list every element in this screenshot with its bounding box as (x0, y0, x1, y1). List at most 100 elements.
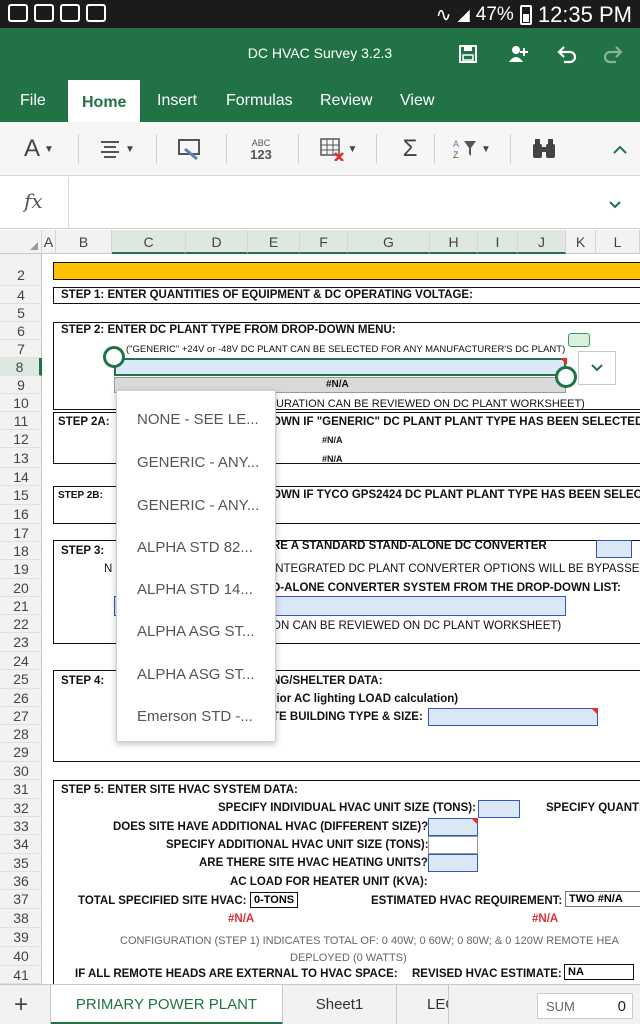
tab-file[interactable]: File (20, 92, 46, 110)
row-header[interactable]: 27 (0, 707, 42, 725)
fx-icon[interactable]: fx (24, 189, 43, 213)
column-header[interactable]: H (430, 230, 478, 254)
sheet-tab-lec[interactable]: LEC (397, 985, 449, 1024)
formula-input[interactable] (80, 191, 580, 215)
dropdown-option[interactable]: ALPHA ASG ST... (137, 666, 255, 683)
column-header[interactable]: C (112, 230, 186, 254)
row-header[interactable]: 8 (0, 358, 42, 376)
row-header[interactable]: 40 (0, 947, 42, 966)
column-header[interactable]: L (596, 230, 640, 254)
insert-delete-cells-button[interactable]: ▼ (316, 132, 360, 166)
dropdown-option[interactable]: ALPHA STD 14... (137, 581, 253, 598)
number-format-button[interactable]: ABC 123 (244, 132, 278, 166)
row-header[interactable]: 36 (0, 872, 42, 890)
row-header[interactable]: 41 (0, 966, 42, 984)
row-header[interactable]: 13 (0, 448, 42, 468)
cell-dropdown-button[interactable] (578, 351, 616, 385)
row-header[interactable]: 34 (0, 835, 42, 854)
row-header[interactable]: 16 (0, 505, 42, 524)
redo-icon[interactable] (600, 40, 628, 68)
row-header[interactable]: 10 (0, 394, 42, 412)
save-icon[interactable] (454, 40, 482, 68)
tab-home[interactable]: Home (68, 80, 141, 122)
row-header[interactable]: 20 (0, 579, 42, 597)
revised-hvac-value[interactable]: NA (564, 964, 634, 980)
heating-units-cell[interactable] (428, 854, 478, 872)
row-header[interactable]: 2 (0, 264, 42, 286)
row-header[interactable]: 11 (0, 412, 42, 430)
sort-filter-button[interactable]: AZ ▼ (448, 132, 494, 166)
row-header[interactable]: 31 (0, 780, 42, 799)
row-header[interactable]: 23 (0, 633, 42, 652)
row-header[interactable]: 9 (0, 376, 42, 394)
column-header[interactable]: K (566, 230, 596, 254)
row-header[interactable]: 17 (0, 524, 42, 542)
column-header[interactable]: D (186, 230, 248, 254)
row-header[interactable]: 37 (0, 890, 42, 909)
row-header[interactable]: 24 (0, 652, 42, 670)
row-header[interactable]: 38 (0, 909, 42, 928)
find-button[interactable] (528, 132, 560, 166)
row-header[interactable]: 7 (0, 340, 42, 358)
row-header[interactable]: 29 (0, 743, 42, 762)
selection-handle-start[interactable] (103, 346, 125, 368)
column-header[interactable]: F (300, 230, 348, 254)
expand-formula-button[interactable] (608, 197, 622, 215)
select-all-corner[interactable] (0, 230, 42, 254)
font-button[interactable]: A ▼ (18, 132, 60, 166)
row-header[interactable]: 28 (0, 725, 42, 743)
hvac-unit-size-cell[interactable] (478, 800, 520, 818)
row-header[interactable]: 39 (0, 928, 42, 947)
additional-hvac-size-cell[interactable] (428, 836, 478, 854)
row-header[interactable]: 32 (0, 799, 42, 817)
row-header[interactable]: 12 (0, 430, 42, 448)
dropdown-option[interactable]: Emerson STD -... (137, 708, 253, 725)
row-header[interactable]: 26 (0, 689, 42, 707)
row-header[interactable]: 6 (0, 322, 42, 340)
tab-view[interactable]: View (400, 92, 434, 110)
dropdown-option[interactable]: NONE - SEE LE... (137, 411, 259, 428)
row-header[interactable]: 18 (0, 542, 42, 560)
row-header[interactable]: 22 (0, 615, 42, 633)
tab-formulas[interactable]: Formulas (226, 92, 293, 110)
sheet-tab-sheet1[interactable]: Sheet1 (283, 985, 397, 1024)
estimated-hvac-value[interactable]: TWO #N/A (565, 891, 640, 907)
align-button[interactable]: ▼ (96, 132, 138, 166)
dropdown-option[interactable]: GENERIC - ANY... (137, 497, 259, 514)
row-header[interactable]: 35 (0, 854, 42, 872)
row-header[interactable]: 33 (0, 817, 42, 835)
converter-yes-no-cell[interactable] (596, 540, 632, 558)
row-header[interactable]: 21 (0, 597, 42, 615)
autosum-button[interactable]: Σ (396, 132, 424, 166)
row-header[interactable]: 25 (0, 670, 42, 689)
row-header[interactable]: 19 (0, 560, 42, 579)
collapse-ribbon-button[interactable] (606, 132, 634, 166)
building-type-cell[interactable] (428, 708, 598, 726)
comment-indicator[interactable] (568, 333, 590, 347)
dropdown-option[interactable]: ALPHA STD 82... (137, 539, 253, 556)
dropdown-option[interactable]: GENERIC - ANY... (137, 454, 259, 471)
row-header[interactable]: 5 (0, 304, 42, 322)
column-header[interactable]: I (478, 230, 518, 254)
cell-style-button[interactable] (174, 132, 206, 166)
error-flag (560, 358, 567, 365)
sheet-tab-primary-power-plant[interactable]: PRIMARY POWER PLANT (51, 985, 283, 1024)
dropdown-option[interactable]: ALPHA ASG ST... (137, 623, 255, 640)
undo-icon[interactable] (552, 40, 580, 68)
column-header[interactable]: J (518, 230, 566, 254)
selection-handle-end[interactable] (555, 366, 577, 388)
dc-plant-type-cell[interactable] (114, 358, 566, 376)
column-header[interactable]: B (56, 230, 112, 254)
row-header[interactable]: 15 (0, 486, 42, 505)
column-header[interactable]: G (348, 230, 430, 254)
row-header[interactable]: 14 (0, 468, 42, 486)
add-sheet-icon[interactable]: + (14, 991, 28, 1019)
tab-insert[interactable]: Insert (157, 92, 197, 110)
share-user-icon[interactable] (504, 40, 532, 68)
row-header[interactable]: 4 (0, 286, 42, 304)
column-header[interactable]: A (42, 230, 56, 254)
row-header[interactable]: 30 (0, 762, 42, 780)
total-hvac-value[interactable]: 0-TONS (250, 892, 299, 908)
tab-review[interactable]: Review (320, 92, 372, 110)
column-header[interactable]: E (248, 230, 300, 254)
